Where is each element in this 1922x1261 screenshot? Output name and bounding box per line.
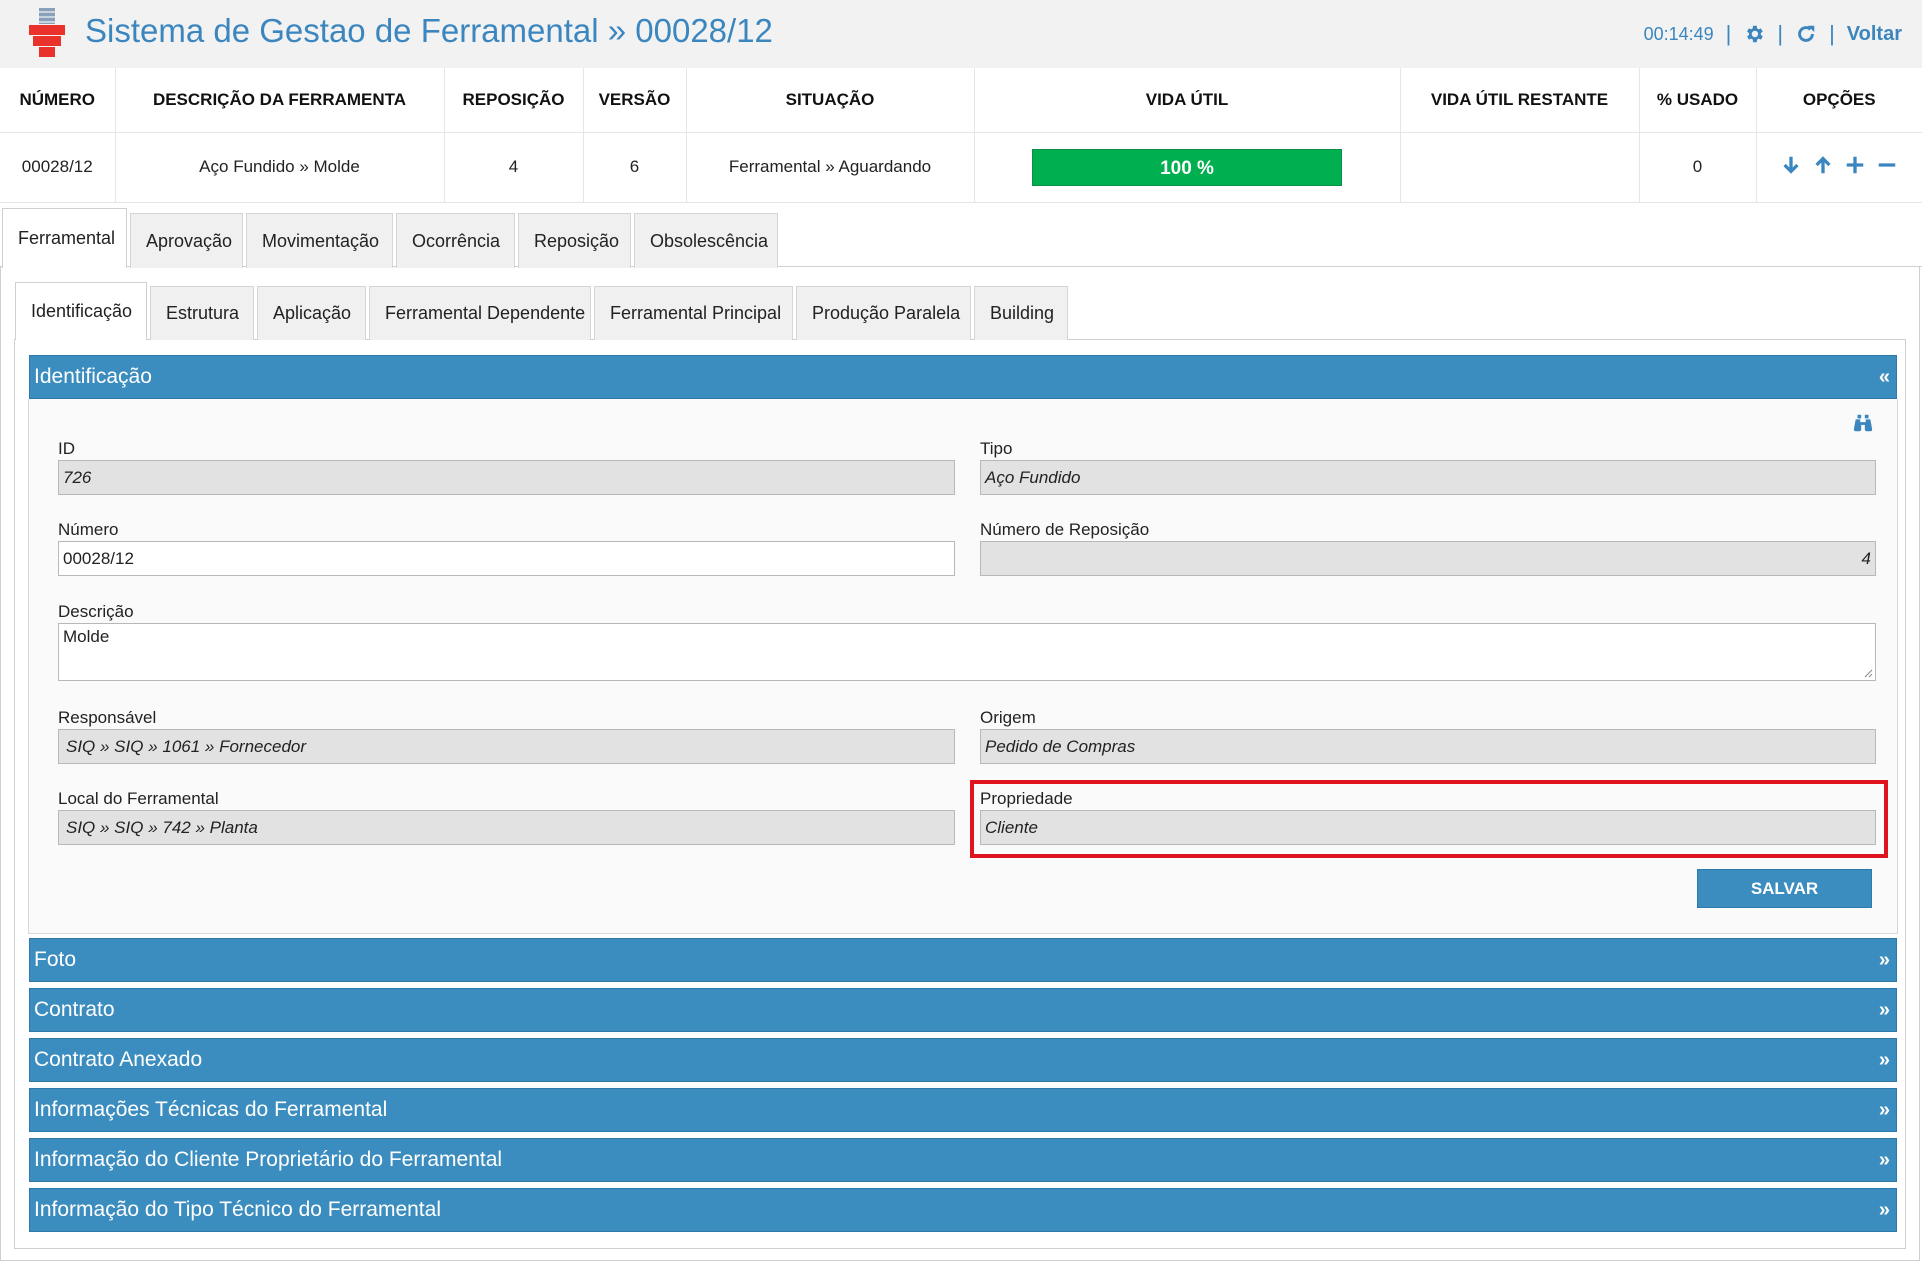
- tab-ferramental-dependente[interactable]: Ferramental Dependente: [369, 286, 591, 340]
- origem-field: Pedido de Compras: [980, 729, 1876, 764]
- id-field: 726: [58, 460, 955, 495]
- summary-table: NÚMERO DESCRIÇÃO DA FERRAMENTA REPOSIÇÃO…: [0, 68, 1922, 203]
- cell-vida-util: 100 %: [974, 132, 1401, 203]
- expand-icon[interactable]: »: [1879, 999, 1890, 1022]
- tab-identificacao[interactable]: Identificação: [15, 282, 147, 340]
- row-options: [1780, 154, 1898, 176]
- accordion-title: Identificação: [34, 365, 152, 388]
- numero-input[interactable]: 00028/12: [58, 541, 955, 576]
- cell-situacao: Ferramental » Aguardando: [686, 132, 975, 203]
- col-usado: % USADO: [1639, 68, 1757, 133]
- accordion-title: Contrato Anexado: [34, 1048, 203, 1071]
- vida-util-progress-bar: 100 %: [1032, 148, 1342, 186]
- binoculars-icon[interactable]: [1852, 412, 1874, 434]
- main-tabs: Ferramental Aprovação Movimentação Ocorr…: [2, 208, 778, 268]
- numero-label: Número: [58, 520, 119, 539]
- col-versao: VERSÃO: [583, 68, 687, 133]
- col-descricao: DESCRIÇÃO DA FERRAMENTA: [115, 68, 445, 133]
- expand-icon[interactable]: »: [1879, 1099, 1890, 1122]
- summary-header-row: NÚMERO DESCRIÇÃO DA FERRAMENTA REPOSIÇÃO…: [0, 68, 1922, 133]
- accordion-tipo-tecnico[interactable]: Informação do Tipo Técnico do Ferramenta…: [29, 1188, 1897, 1232]
- app-title: Sistema de Gestao de Ferramental » 00028…: [85, 12, 773, 49]
- responsavel-label: Responsável: [58, 708, 157, 727]
- numero-reposicao-label: Número de Reposição: [980, 520, 1150, 539]
- collapse-icon[interactable]: «: [1879, 366, 1890, 389]
- descricao-textarea[interactable]: Molde: [58, 623, 1876, 681]
- accordion-title: Informação do Tipo Técnico do Ferramenta…: [34, 1198, 441, 1221]
- col-reposicao: REPOSIÇÃO: [444, 68, 584, 133]
- accordion-contrato-anexado[interactable]: Contrato Anexado »: [29, 1038, 1897, 1082]
- cell-numero: 00028/12: [0, 132, 116, 203]
- tab-building[interactable]: Building: [974, 286, 1068, 340]
- refresh-icon[interactable]: [1795, 23, 1817, 45]
- tab-aplicacao[interactable]: Aplicação: [257, 286, 366, 340]
- tab-ferramental[interactable]: Ferramental: [2, 208, 127, 268]
- separator: |: [1829, 21, 1835, 46]
- col-situacao: SITUAÇÃO: [686, 68, 975, 133]
- col-vida-util-restante: VIDA ÚTIL RESTANTE: [1400, 68, 1640, 133]
- save-button[interactable]: SALVAR: [1697, 869, 1872, 908]
- col-vida-util: VIDA ÚTIL: [974, 68, 1401, 133]
- tipo-field: Aço Fundido: [980, 460, 1876, 495]
- session-timer: 00:14:49: [1643, 23, 1714, 44]
- cell-reposicao: 4: [444, 132, 584, 203]
- accordion-identificacao[interactable]: Identificação «: [29, 355, 1897, 399]
- local-field: SIQ » SIQ » 742 » Planta: [58, 810, 955, 845]
- separator: |: [1777, 21, 1784, 46]
- tipo-label: Tipo: [980, 439, 1013, 458]
- numero-reposicao-field: 4: [980, 541, 1876, 576]
- accordion-title: Foto: [34, 948, 77, 971]
- tab-ocorrencia[interactable]: Ocorrência: [396, 213, 515, 268]
- header-tools: 00:14:49 | | | Voltar: [1644, 20, 1902, 48]
- plus-icon[interactable]: [1844, 154, 1866, 176]
- separator: |: [1725, 21, 1732, 46]
- expand-icon[interactable]: »: [1879, 1149, 1890, 1172]
- accordion-title: Informações Técnicas do Ferramental: [34, 1098, 388, 1121]
- tab-reposicao[interactable]: Reposição: [518, 213, 631, 268]
- col-opcoes: OPÇÕES: [1756, 68, 1922, 133]
- tab-producao-paralela[interactable]: Produção Paralela: [796, 286, 971, 340]
- expand-icon[interactable]: »: [1879, 1199, 1890, 1222]
- col-numero: NÚMERO: [0, 68, 116, 133]
- app-logo-icon: [29, 8, 65, 57]
- back-link[interactable]: Voltar: [1847, 23, 1902, 46]
- origem-label: Origem: [980, 708, 1036, 727]
- expand-icon[interactable]: »: [1879, 949, 1890, 972]
- resize-grip-icon[interactable]: [1863, 668, 1873, 678]
- arrow-up-icon[interactable]: [1812, 154, 1834, 176]
- tab-obsolescencia[interactable]: Obsolescência: [634, 213, 778, 268]
- tab-movimentacao[interactable]: Movimentação: [246, 213, 393, 268]
- cell-versao: 6: [583, 132, 687, 203]
- accordion-informacoes-tecnicas[interactable]: Informações Técnicas do Ferramental »: [29, 1088, 1897, 1132]
- cell-descricao: Aço Fundido » Molde: [115, 132, 445, 203]
- top-bar: Sistema de Gestao de Ferramental » 00028…: [0, 0, 1922, 68]
- arrow-down-icon[interactable]: [1780, 154, 1802, 176]
- accordion-contrato[interactable]: Contrato »: [29, 988, 1897, 1032]
- tab-aprovacao[interactable]: Aprovação: [130, 213, 243, 268]
- descricao-label: Descrição: [58, 602, 134, 621]
- id-label: ID: [58, 439, 75, 458]
- cell-vida-util-restante: [1400, 132, 1640, 203]
- responsavel-field: SIQ » SIQ » 1061 » Fornecedor: [58, 729, 955, 764]
- accordion-title: Informação do Cliente Proprietário do Fe…: [34, 1148, 503, 1171]
- gear-icon[interactable]: [1743, 23, 1765, 45]
- tab-ferramental-principal[interactable]: Ferramental Principal: [594, 286, 793, 340]
- tab-estrutura[interactable]: Estrutura: [150, 286, 254, 340]
- table-row: 00028/12 Aço Fundido » Molde 4 6 Ferrame…: [0, 132, 1922, 203]
- accordion-foto[interactable]: Foto »: [29, 938, 1897, 982]
- sub-tabs: Identificação Estrutura Aplicação Ferram…: [15, 282, 1068, 340]
- minus-icon[interactable]: [1876, 154, 1898, 176]
- local-label: Local do Ferramental: [58, 789, 219, 808]
- expand-icon[interactable]: »: [1879, 1049, 1890, 1072]
- cell-opcoes: [1756, 132, 1922, 203]
- descricao-text: Molde: [63, 627, 110, 646]
- propriedade-highlight-box: [970, 780, 1888, 858]
- accordion-cliente-proprietario[interactable]: Informação do Cliente Proprietário do Fe…: [29, 1138, 1897, 1182]
- accordion-title: Contrato: [34, 998, 115, 1021]
- cell-usado: 0: [1639, 132, 1757, 203]
